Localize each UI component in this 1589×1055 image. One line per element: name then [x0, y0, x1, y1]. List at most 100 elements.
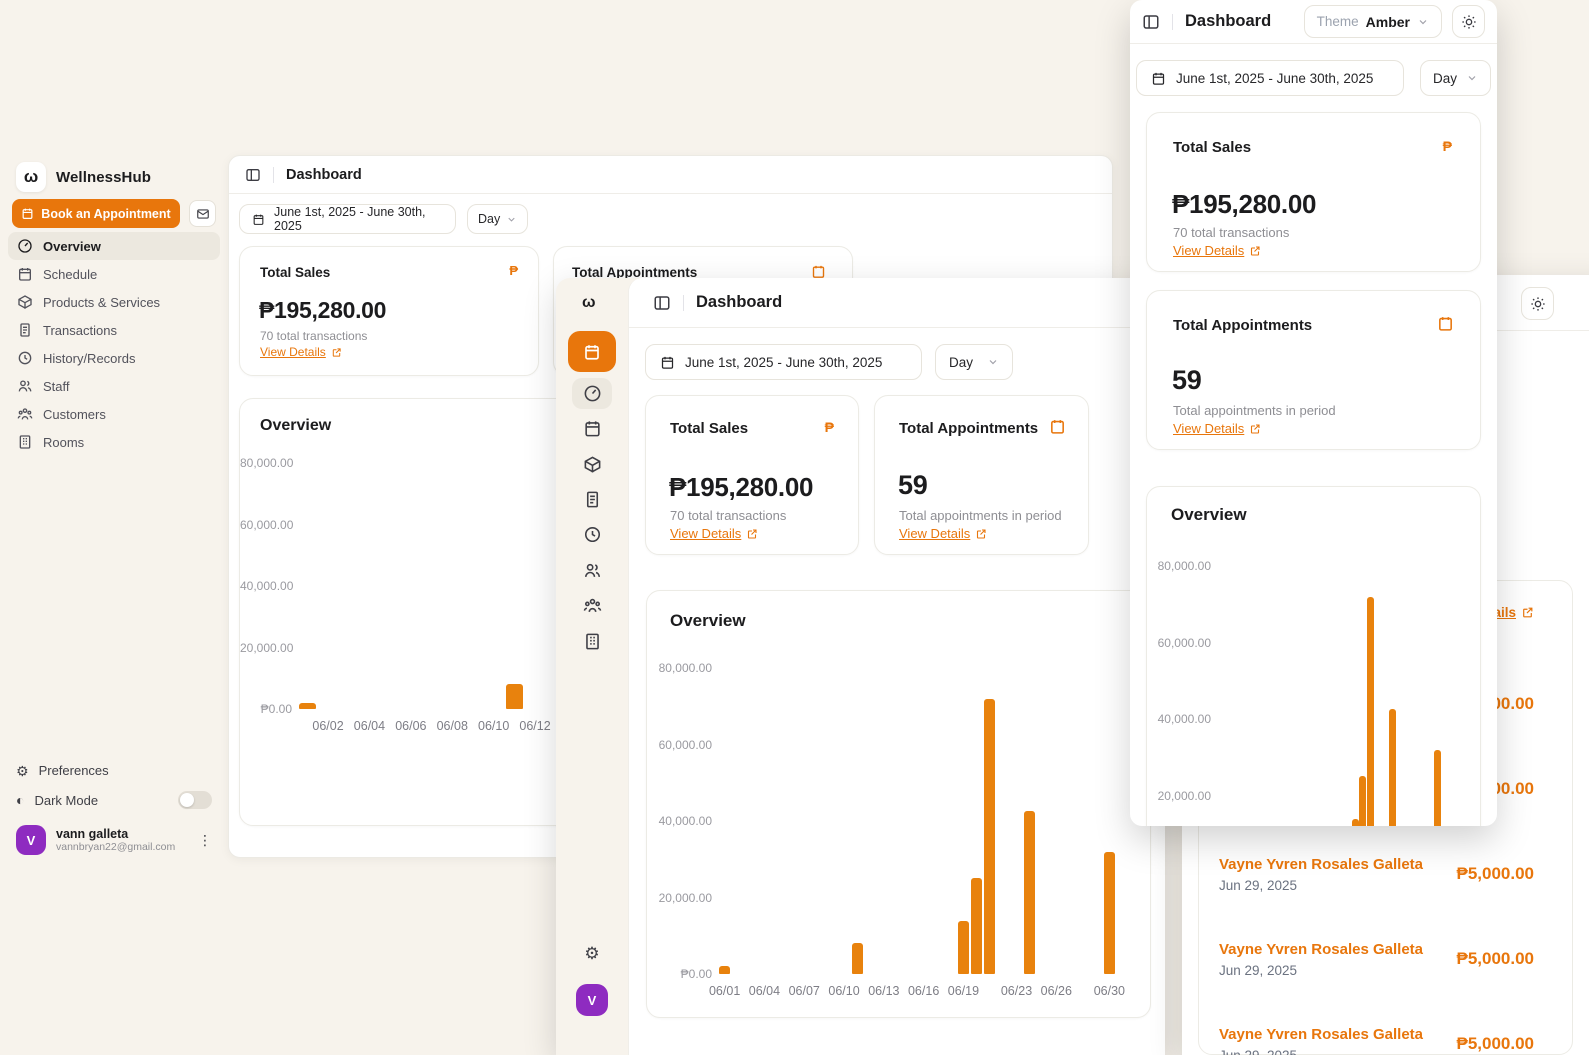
chart-bar — [971, 878, 983, 974]
package-icon — [17, 294, 33, 310]
light-mode-button[interactable] — [1452, 5, 1485, 38]
granularity-value: Day — [949, 354, 974, 370]
transaction-date: Jun 29, 2025 — [1219, 1048, 1423, 1055]
date-range-picker[interactable]: June 1st, 2025 - June 30th, 2025 — [645, 344, 922, 380]
external-link-icon — [1249, 423, 1261, 435]
sidebar-item-overview[interactable]: Overview — [8, 232, 220, 260]
granularity-select[interactable]: Day — [1420, 60, 1491, 96]
window-header: Dashboard — [229, 156, 1112, 194]
date-range-value: June 1st, 2025 - June 30th, 2025 — [1176, 70, 1374, 86]
gauge-icon[interactable] — [582, 383, 602, 403]
total-sales-value: ₱195,280.00 — [669, 472, 814, 502]
sidebar-item-label: Customers — [43, 406, 106, 422]
calendar-icon[interactable] — [582, 418, 602, 438]
sidebar-toggle-icon[interactable] — [245, 167, 261, 183]
chart-bar — [957, 921, 969, 974]
transaction-amount: ₱5,000.00 — [1456, 863, 1534, 883]
transaction-row[interactable]: Vayne Yvren Rosales GalletaJun 29, 2025 … — [1219, 831, 1534, 916]
granularity-value: Day — [1433, 70, 1458, 86]
user-avatar[interactable]: V — [576, 984, 608, 1016]
peso-icon: ₱ — [824, 419, 834, 435]
chevron-down-icon — [1417, 16, 1429, 28]
light-mode-button[interactable] — [1521, 287, 1554, 320]
messages-button[interactable] — [189, 200, 216, 227]
theme-value: Amber — [1365, 13, 1410, 30]
theme-select[interactable]: Theme Amber — [1303, 5, 1442, 38]
sidebar-item-schedule[interactable]: Schedule — [8, 260, 220, 288]
users-icon[interactable] — [582, 560, 602, 580]
sidebar-toggle-icon[interactable] — [653, 294, 671, 312]
date-range-picker[interactable]: June 1st, 2025 - June 30th, 2025 — [1136, 60, 1404, 96]
view-details-link[interactable]: View Details — [1173, 421, 1261, 436]
external-link-icon — [1521, 606, 1534, 619]
dark-mode-label: Dark Mode — [34, 792, 99, 808]
user-email: vannbryan22@gmail.com — [56, 841, 176, 853]
total-sales-card: Total Sales ₱ ₱195,280.00 70 total trans… — [1146, 112, 1481, 272]
card-title: Total Appointments — [899, 420, 1039, 437]
total-sales-value: ₱195,280.00 — [1172, 189, 1317, 219]
toggle-knob — [180, 793, 194, 807]
sidebar-item-rooms[interactable]: Rooms — [8, 428, 220, 456]
building-icon[interactable] — [582, 631, 602, 651]
sidebar-item-label: Products & Services — [43, 294, 161, 310]
receipt-icon[interactable] — [582, 489, 602, 509]
external-link-icon — [1249, 245, 1261, 257]
window-header: Dashboard Theme Amber — [1130, 0, 1497, 44]
chart-bar — [1024, 811, 1036, 974]
view-details-link[interactable]: View Details — [899, 526, 987, 541]
calendar-icon — [21, 207, 34, 220]
dark-mode-toggle[interactable] — [178, 791, 212, 809]
package-icon[interactable] — [582, 454, 602, 474]
view-details-label: View Details — [1173, 243, 1245, 258]
view-details-label: View Details — [1173, 421, 1245, 436]
sidebar-item-label: History/Records — [43, 350, 136, 366]
sidebar-item-label: Rooms — [43, 434, 85, 450]
chart-bar — [1359, 776, 1367, 826]
history-clock-icon[interactable] — [582, 524, 602, 544]
app-name: WellnessHub — [56, 168, 152, 186]
sidebar-toggle-icon[interactable] — [1142, 13, 1160, 31]
book-appointment-button[interactable] — [568, 331, 616, 372]
dark-mode-row: ◐ Dark Mode — [16, 791, 212, 809]
transaction-customer[interactable]: Vayne Yvren Rosales Galleta — [1219, 941, 1423, 958]
view-details-link[interactable]: View Details — [260, 345, 342, 359]
page-title: Dashboard — [286, 166, 362, 183]
chart-bar — [1352, 819, 1360, 826]
collapsed-sidebar-rail: ω ⚙ V — [556, 278, 628, 1055]
users-icon — [17, 378, 33, 394]
sidebar-item-history-records[interactable]: History/Records — [8, 344, 220, 372]
sales-bar-chart: 80,000.0060,000.0040,000.0020,000.00₱0.0… — [1147, 487, 1480, 826]
sidebar-item-staff[interactable]: Staff — [8, 372, 220, 400]
view-details-link[interactable]: View Details — [670, 526, 758, 541]
peso-icon: ₱ — [509, 263, 518, 278]
sidebar-item-customers[interactable]: Customers — [8, 400, 220, 428]
transaction-row[interactable]: Vayne Yvren Rosales GalletaJun 29, 2025 … — [1219, 1001, 1534, 1055]
date-range-value: June 1st, 2025 - June 30th, 2025 — [274, 205, 426, 233]
transaction-amount: ₱5,000.00 — [1456, 1033, 1534, 1053]
transaction-row[interactable]: Vayne Yvren Rosales GalletaJun 29, 2025 … — [1219, 916, 1534, 1001]
transaction-customer[interactable]: Vayne Yvren Rosales Galleta — [1219, 856, 1423, 873]
date-range-picker[interactable]: June 1st, 2025 - June 30th, 2025 — [239, 204, 456, 234]
granularity-select[interactable]: Day — [935, 344, 1013, 380]
gear-icon: ⚙ — [16, 762, 29, 779]
preferences-button[interactable]: ⚙ Preferences — [16, 763, 212, 778]
user-profile[interactable]: V vann galleta vannbryan22@gmail.com ⋮ — [16, 825, 212, 855]
user-group-icon[interactable] — [582, 595, 602, 615]
sidebar-item-transactions[interactable]: Transactions — [8, 316, 220, 344]
calendar-icon — [660, 355, 675, 370]
gear-icon[interactable]: ⚙ — [582, 943, 602, 963]
wellnesshub-logo-icon: ω — [582, 294, 596, 311]
granularity-select[interactable]: Day — [467, 204, 528, 234]
view-details-link[interactable]: View Details — [1173, 243, 1261, 258]
calendar-icon — [583, 343, 601, 361]
transaction-customer[interactable]: Vayne Yvren Rosales Galleta — [1219, 1026, 1423, 1043]
book-appointment-button[interactable]: Book an Appointment — [12, 199, 180, 228]
kebab-menu-icon[interactable]: ⋮ — [198, 832, 212, 849]
user-group-icon — [17, 406, 33, 422]
window-right-dashboard: Dashboard Theme Amber June 1st, 2025 - J… — [1130, 0, 1497, 826]
chart-bar — [1103, 851, 1115, 974]
book-appointment-label: Book an Appointment — [41, 206, 171, 221]
sidebar-item-products-services[interactable]: Products & Services — [8, 288, 220, 316]
card-title: Total Appointments — [1173, 317, 1313, 334]
window-content: Dashboard June 1st, 2025 - June 30th, 20… — [628, 278, 1165, 1055]
